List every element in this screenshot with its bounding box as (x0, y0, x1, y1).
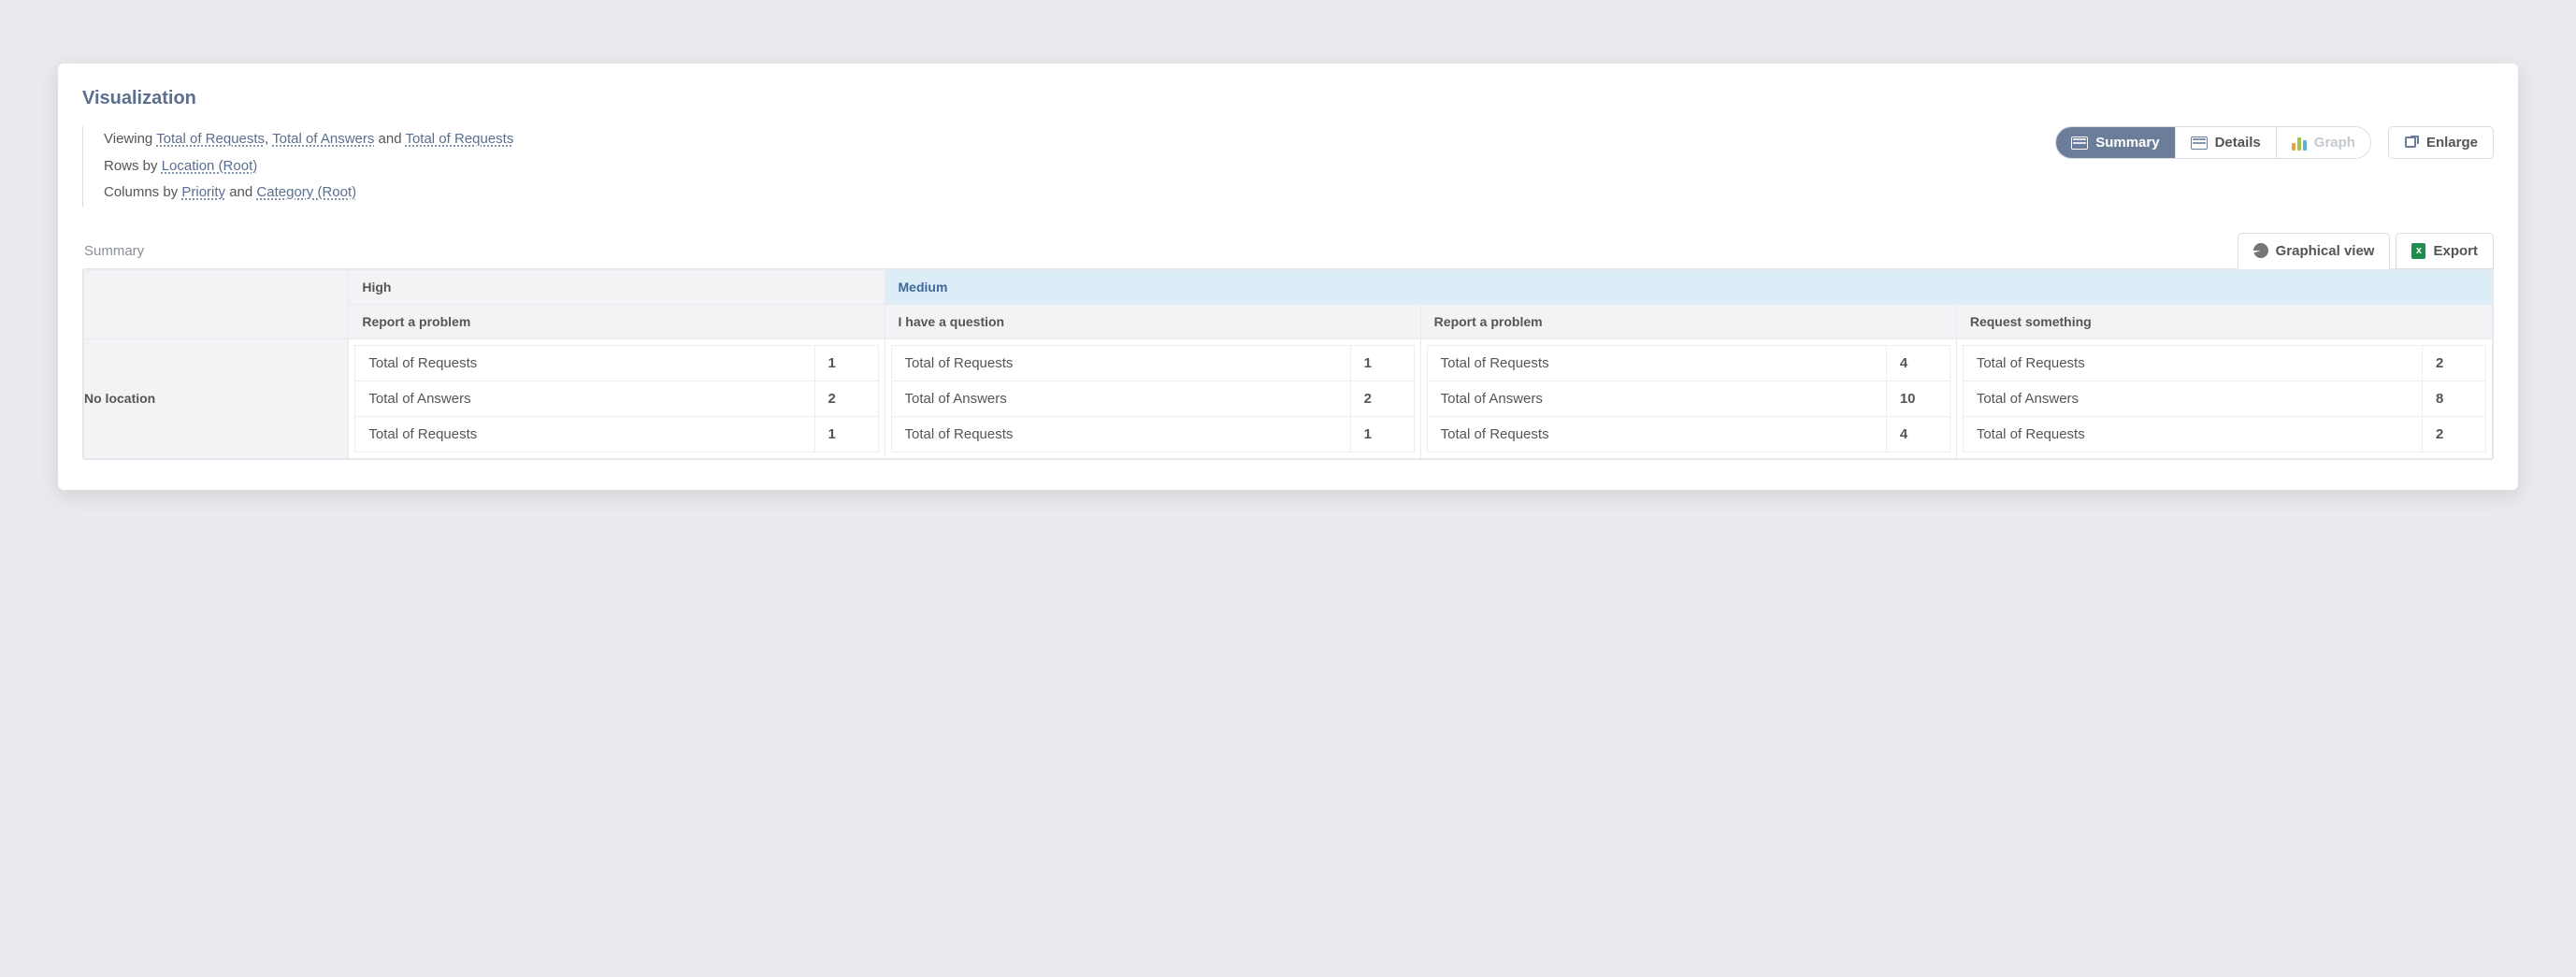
export-tab[interactable]: Export (2396, 233, 2494, 269)
visualization-panel: Visualization Viewing Total of Requests,… (58, 64, 2518, 490)
tab-label: Export (2433, 243, 2478, 259)
pie-chart-icon (2253, 243, 2268, 258)
tab-details[interactable]: Details (2176, 127, 2277, 158)
metric-value: 2 (2423, 416, 2486, 452)
summary-table-container: High Medium Report a problem I have a qu… (82, 268, 2494, 460)
viewing-line: Viewing Total of Requests, Total of Answ… (104, 126, 513, 153)
col-category[interactable]: Report a problem (349, 304, 885, 338)
tab-label: Details (2215, 135, 2261, 151)
metric-value: 2 (1350, 381, 1414, 416)
label-text: Viewing (104, 131, 156, 147)
button-label: Enlarge (2426, 135, 2478, 151)
metric-value: 2 (2423, 345, 2486, 381)
priority-header-row: High Medium (84, 269, 2493, 304)
excel-icon (2411, 243, 2425, 259)
data-cell: Total of Requests1 Total of Answers2 Tot… (885, 338, 1420, 458)
metric-row: Total of Requests1 (891, 416, 1414, 452)
tab-label: Graphical view (2276, 243, 2375, 259)
graphical-view-tab[interactable]: Graphical view (2238, 233, 2391, 269)
data-cell: Total of Requests1 Total of Answers2 Tot… (349, 338, 885, 458)
metric-link-total-requests[interactable]: Total of Requests (156, 131, 265, 147)
metric-value: 2 (814, 381, 878, 416)
metric-value: 10 (1886, 381, 1950, 416)
visualization-description: Viewing Total of Requests, Total of Answ… (82, 126, 513, 207)
metric-name: Total of Requests (355, 416, 814, 452)
metric-row: Total of Requests2 (1963, 345, 2485, 381)
label-text: Rows by (104, 158, 162, 174)
metric-link-total-requests-2[interactable]: Total of Requests (405, 131, 513, 147)
summary-section-header: Summary Graphical view Export (82, 233, 2494, 269)
table-icon (2191, 136, 2208, 150)
category-header-row: Report a problem I have a question Repor… (84, 304, 2493, 338)
metric-value: 8 (2423, 381, 2486, 416)
metric-link-total-answers[interactable]: Total of Answers (272, 131, 374, 147)
right-controls: Summary Details Graph Enlarge (2055, 126, 2494, 159)
visualization-header: Viewing Total of Requests, Total of Answ… (82, 126, 2494, 207)
col-category[interactable]: Request something (1956, 304, 2492, 338)
metric-name: Total of Requests (1427, 345, 1886, 381)
metric-name: Total of Answers (891, 381, 1350, 416)
rows-line: Rows by Location (Root) (104, 153, 513, 180)
metric-name: Total of Requests (891, 416, 1350, 452)
tab-graph: Graph (2277, 127, 2370, 158)
metric-row: Total of Requests4 (1427, 416, 1950, 452)
separator: and (225, 184, 256, 200)
enlarge-icon (2404, 136, 2419, 151)
separator: , (265, 131, 272, 147)
summary-table: High Medium Report a problem I have a qu… (83, 269, 2493, 459)
metric-name: Total of Answers (1427, 381, 1886, 416)
metric-value: 1 (1350, 416, 1414, 452)
enlarge-button[interactable]: Enlarge (2388, 126, 2494, 159)
row-label-no-location[interactable]: No location (84, 338, 349, 458)
metric-value: 1 (814, 345, 878, 381)
metric-value: 4 (1886, 416, 1950, 452)
metric-name: Total of Requests (1963, 345, 2422, 381)
data-cell: Total of Requests2 Total of Answers8 Tot… (1956, 338, 2492, 458)
cols-link-category[interactable]: Category (Root) (256, 184, 356, 200)
summary-action-tabs: Graphical view Export (2232, 233, 2494, 269)
corner-cell (84, 269, 349, 338)
section-label: Summary (82, 243, 144, 259)
col-priority-medium[interactable]: Medium (885, 269, 2492, 304)
metric-row: Total of Answers10 (1427, 381, 1950, 416)
metric-name: Total of Answers (1963, 381, 2422, 416)
tab-label: Graph (2314, 135, 2355, 151)
metric-value: 1 (814, 416, 878, 452)
col-category[interactable]: I have a question (885, 304, 1420, 338)
metric-row: Total of Requests4 (1427, 345, 1950, 381)
metric-row: Total of Answers2 (891, 381, 1414, 416)
table-icon (2071, 136, 2088, 150)
tab-label: Summary (2095, 135, 2159, 151)
col-category[interactable]: Report a problem (1420, 304, 1956, 338)
metric-row: Total of Answers8 (1963, 381, 2485, 416)
metric-name: Total of Requests (355, 345, 814, 381)
panel-title: Visualization (82, 88, 2494, 109)
bar-chart-icon (2292, 136, 2307, 151)
data-cell: Total of Requests4 Total of Answers10 To… (1420, 338, 1956, 458)
columns-line: Columns by Priority and Category (Root) (104, 180, 513, 207)
separator: and (374, 131, 405, 147)
metric-row: Total of Requests1 (355, 416, 878, 452)
col-priority-high[interactable]: High (349, 269, 885, 304)
metric-value: 1 (1350, 345, 1414, 381)
metric-name: Total of Requests (1963, 416, 2422, 452)
tab-summary[interactable]: Summary (2056, 127, 2175, 158)
metric-row: Total of Answers2 (355, 381, 878, 416)
metric-name: Total of Requests (1427, 416, 1886, 452)
metric-value: 4 (1886, 345, 1950, 381)
table-row: No location Total of Requests1 Total of … (84, 338, 2493, 458)
metric-row: Total of Requests2 (1963, 416, 2485, 452)
rows-link-location[interactable]: Location (Root) (162, 158, 258, 174)
metric-name: Total of Requests (891, 345, 1350, 381)
metric-row: Total of Requests1 (355, 345, 878, 381)
view-mode-segmented: Summary Details Graph (2055, 126, 2371, 159)
label-text: Columns by (104, 184, 181, 200)
metric-row: Total of Requests1 (891, 345, 1414, 381)
metric-name: Total of Answers (355, 381, 814, 416)
cols-link-priority[interactable]: Priority (181, 184, 225, 200)
